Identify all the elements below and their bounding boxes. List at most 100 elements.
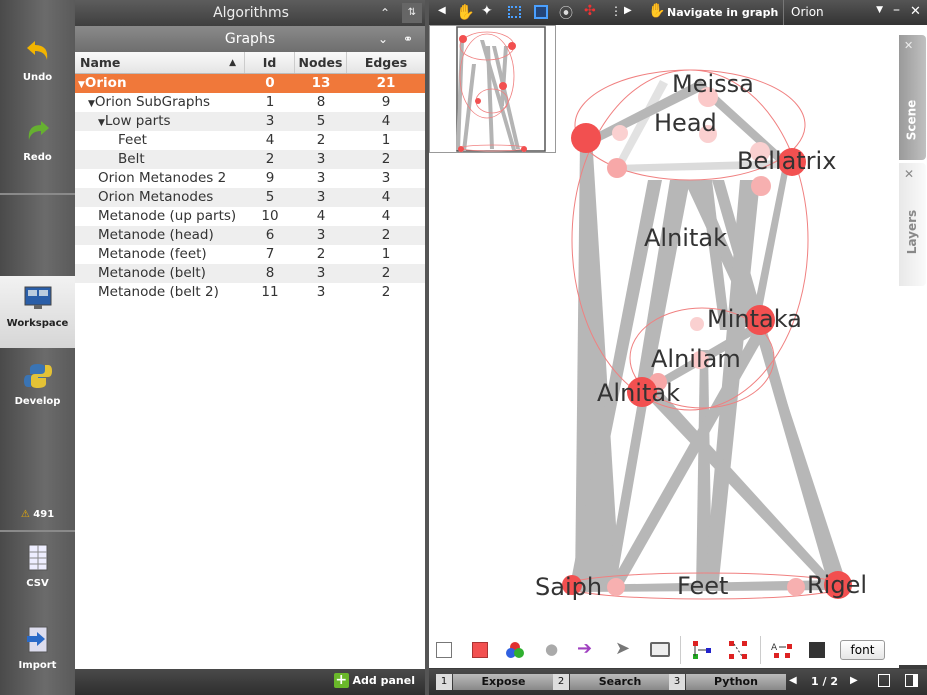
split-view-icon[interactable]	[905, 674, 918, 687]
table-row[interactable]: Metanode (up parts) 10 4 4	[75, 207, 425, 226]
sort-asc-icon: ▲	[229, 58, 236, 68]
divider	[680, 636, 681, 664]
graphs-panel-header[interactable]: Graphs ⌄ ⚭	[75, 26, 425, 52]
column-header-nodes[interactable]: Nodes	[295, 52, 347, 73]
label-color-button[interactable]	[809, 642, 825, 658]
color-mapping-icon[interactable]	[505, 640, 525, 660]
workspace-label: Workspace	[6, 318, 69, 329]
redo-label: Redo	[23, 152, 52, 163]
more-icon[interactable]: ⋮	[610, 4, 622, 18]
collapse-icon[interactable]: ⌃	[380, 0, 390, 26]
edge-arrow-icon[interactable]: ➤	[615, 638, 630, 659]
csv-button[interactable]: CSV	[0, 544, 75, 589]
develop-button[interactable]: Develop	[0, 362, 75, 407]
table-row[interactable]: Feet 4 2 1	[75, 131, 425, 150]
workspace-button[interactable]: Workspace	[0, 276, 75, 348]
table-body: ▼Orion 0 13 21 ▼Orion SubGraphs 1 8 9 ▼Low par…	[75, 74, 425, 302]
overview-minimap[interactable]	[429, 25, 556, 153]
next-page-icon[interactable]: ▶	[850, 675, 858, 686]
table-row[interactable]: Orion Metanodes 5 3 4	[75, 188, 425, 207]
close-icon[interactable]: ✕	[910, 4, 921, 19]
graph-view[interactable]: Meissa Head Bellatrix Alnitak Mintaka Al…	[429, 25, 899, 665]
edge-color-arrow-icon[interactable]: ➔	[577, 638, 592, 659]
import-button[interactable]: Import	[0, 626, 75, 671]
previous-page-icon[interactable]: ◀	[789, 675, 797, 686]
graphs-table: Name ▲ Id Nodes Edges ▼Orion 0 13 21 ▼Orion …	[75, 52, 425, 669]
redo-button[interactable]: Redo	[0, 118, 75, 163]
add-panel-label: Add panel	[352, 674, 415, 687]
expanded-arrow-icon[interactable]: ▼	[98, 118, 105, 128]
column-header-name[interactable]: Name ▲	[75, 52, 245, 73]
graph-icon[interactable]: ✣	[584, 3, 596, 19]
graph-selector[interactable]: Orion ▼	[783, 0, 889, 25]
node-color-button[interactable]	[472, 642, 488, 658]
link-icon[interactable]: ⚭	[403, 26, 413, 52]
node-label: Mintaka	[707, 305, 802, 333]
node	[690, 317, 704, 331]
dock-icon[interactable]: ⇅	[402, 3, 422, 23]
rect-select-icon[interactable]	[508, 6, 521, 18]
chevron-down-icon: ▼	[876, 5, 883, 15]
view-tools: ● ➔ ➤ A font	[429, 632, 899, 668]
select-pointer-icon[interactable]: ✦	[481, 3, 493, 19]
chevron-right-icon[interactable]: ▶	[624, 5, 632, 16]
single-view-icon[interactable]	[878, 674, 890, 687]
table-row[interactable]: Metanode (belt) 8 3 2	[75, 264, 425, 283]
node	[612, 125, 628, 141]
column-header-edges[interactable]: Edges	[347, 52, 425, 73]
node-label: Bellatrix	[737, 147, 836, 175]
svg-text:A: A	[771, 643, 778, 653]
add-panel-button[interactable]: + Add panel	[333, 672, 415, 688]
bottom-tab-bar: 1 Expose 2 Search 3 Python ◀ 1 / 2 ▶	[429, 669, 927, 695]
layout-grid-icon[interactable]	[728, 640, 748, 660]
chevron-down-icon[interactable]: ⌄	[378, 26, 388, 52]
table-row[interactable]: Metanode (belt 2) 11 3 2	[75, 283, 425, 302]
algorithms-panel-header[interactable]: Algorithms ⌃ ⇅	[75, 0, 427, 26]
close-icon[interactable]: ✕	[904, 167, 914, 181]
spreadsheet-icon	[28, 544, 47, 571]
import-icon	[26, 626, 47, 653]
view-toolbar: ◀ ✋ ✦ ⦿ ✣ ⋮ ▶ ✋ Navigate in graph Orion …	[429, 0, 927, 25]
close-icon[interactable]: ✕	[904, 39, 913, 52]
layout-tree-icon[interactable]	[692, 640, 712, 660]
font-button[interactable]: font	[840, 640, 885, 660]
minimize-icon[interactable]: –	[893, 2, 900, 18]
hand-icon[interactable]: ✋	[456, 3, 475, 21]
chevron-left-icon[interactable]: ◀	[438, 5, 446, 16]
tab-python[interactable]: Python	[686, 674, 786, 690]
table-row[interactable]: Orion Metanodes 2933	[75, 169, 425, 188]
table-row[interactable]: Metanode (head) 6 3 2	[75, 226, 425, 245]
tab-scene[interactable]: ✕ Scene	[899, 35, 926, 160]
node-select-icon[interactable]	[534, 5, 548, 19]
tab-search[interactable]: Search	[570, 674, 670, 690]
label-mapping-icon[interactable]: A	[771, 640, 793, 660]
undo-label: Undo	[22, 72, 53, 83]
tab-number: 3	[669, 674, 685, 690]
background-color-button[interactable]	[436, 642, 452, 658]
plus-icon: +	[333, 672, 349, 688]
table-row[interactable]: Metanode (feet) 7 2 1	[75, 245, 425, 264]
node-label: Head	[654, 109, 717, 137]
tab-layers[interactable]: ✕ Layers	[899, 163, 926, 286]
column-header-id[interactable]: Id	[245, 52, 295, 73]
node	[607, 158, 627, 178]
camera-icon[interactable]	[650, 642, 670, 657]
warnings-count: 491	[33, 509, 55, 520]
expanded-arrow-icon[interactable]: ▼	[78, 80, 85, 90]
pin-icon[interactable]: ●	[545, 640, 558, 658]
undo-button[interactable]: Undo	[0, 38, 75, 83]
table-row[interactable]: ▼Orion 0 13 21	[75, 74, 425, 93]
warnings-indicator[interactable]: ⚠ 491	[0, 509, 75, 520]
mode-hand-icon: ✋	[648, 3, 666, 19]
table-row[interactable]: ▼Orion SubGraphs 1 8 9	[75, 93, 425, 112]
monitor-icon	[24, 286, 51, 309]
node-label: Saiph	[535, 573, 602, 601]
table-row[interactable]: ▼Low parts 3 5 4	[75, 112, 425, 131]
tab-expose[interactable]: Expose	[453, 674, 554, 690]
node-label: Alnilam	[651, 345, 741, 373]
lasso-icon[interactable]: ⦿	[559, 3, 573, 23]
table-row[interactable]: Belt 2 3 2	[75, 150, 425, 169]
expanded-arrow-icon[interactable]: ▼	[88, 99, 95, 109]
warning-icon: ⚠	[20, 509, 30, 520]
node	[571, 123, 601, 153]
